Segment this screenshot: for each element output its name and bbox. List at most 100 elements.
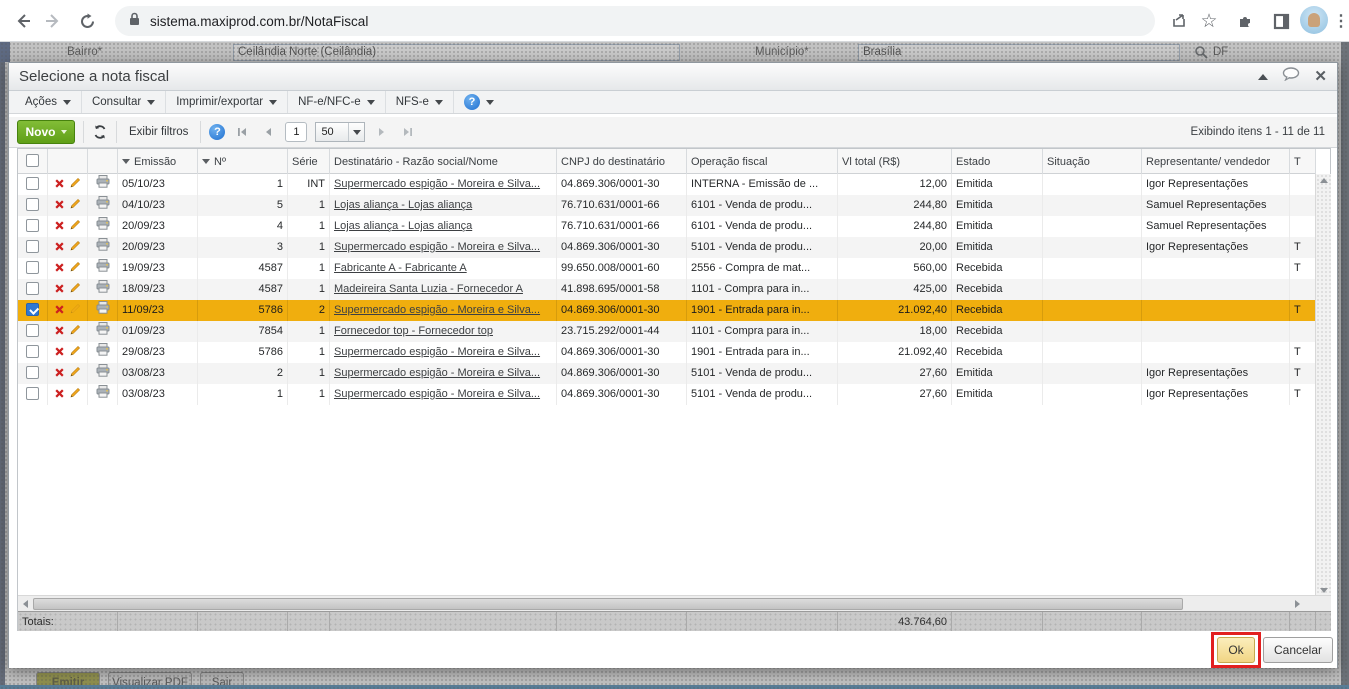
delete-icon[interactable] [54,280,64,300]
row-checkbox[interactable] [26,240,39,253]
delete-icon[interactable] [54,259,64,279]
edit-icon[interactable] [70,196,81,216]
row-checkbox[interactable] [26,261,39,274]
page-size-select[interactable]: 50 [315,122,366,142]
destinatario-link[interactable]: Lojas aliança - Lojas aliança [334,199,472,211]
print-icon[interactable] [96,258,110,279]
destinatario-link[interactable]: Supermercado espigão - Moreira e Silva..… [334,241,540,253]
column-header-situacao[interactable]: Situação [1043,149,1142,174]
extensions-icon[interactable] [1232,8,1258,34]
menu-acoes[interactable]: Ações [15,91,82,113]
table-row[interactable]: 05/10/23 1 INT Supermercado espigão - Morei… [18,174,1315,195]
column-header-sel[interactable] [18,149,48,174]
destinatario-link[interactable]: Supermercado espigão - Moreira e Silva..… [334,388,540,400]
toolbar-help-icon[interactable]: ? [209,124,226,140]
browser-menu-icon[interactable]: ⋮ [1328,8,1349,34]
print-icon[interactable] [96,174,110,195]
row-checkbox[interactable] [26,282,39,295]
row-checkbox[interactable] [26,219,39,232]
menu-help[interactable]: ? [454,91,504,113]
horizontal-scroll-thumb[interactable] [33,597,1183,610]
table-row[interactable]: 04/10/23 5 1 Lojas aliança - Lojas aliança 7… [18,195,1315,216]
profile-avatar[interactable] [1300,6,1328,34]
column-header-vl_total[interactable]: Vl total (R$) [838,149,952,174]
table-row[interactable]: 03/08/23 1 1 Supermercado espigão - Moreira… [18,384,1315,405]
row-checkbox[interactable] [26,387,39,400]
print-icon[interactable] [96,279,110,300]
table-row[interactable]: 11/09/23 5786 2 Supermercado espigão - More… [18,300,1315,321]
destinatario-link[interactable]: Supermercado espigão - Moreira e Silva..… [334,346,540,358]
last-page-icon[interactable] [399,123,417,141]
delete-icon[interactable] [54,364,64,384]
scroll-right-icon[interactable] [1295,599,1300,608]
delete-icon[interactable] [54,343,64,363]
delete-icon[interactable] [54,196,64,216]
edit-icon[interactable] [70,301,81,321]
print-icon[interactable] [96,216,110,237]
table-row[interactable]: 20/09/23 3 1 Supermercado espigão - Moreira… [18,237,1315,258]
vertical-scrollbar[interactable] [1315,174,1331,595]
table-row[interactable]: 03/08/23 2 1 Supermercado espigão - Moreira… [18,363,1315,384]
delete-icon[interactable] [54,322,64,342]
novo-dropdown-caret[interactable] [60,130,67,134]
table-row[interactable]: 29/08/23 5786 1 Supermercado espigão - More… [18,342,1315,363]
delete-icon[interactable] [54,385,64,405]
next-page-icon[interactable] [373,123,391,141]
delete-icon[interactable] [54,217,64,237]
first-page-icon[interactable] [233,123,251,141]
edit-icon[interactable] [70,343,81,363]
destinatario-link[interactable]: Fornecedor top - Fornecedor top [334,325,493,337]
row-checkbox[interactable] [26,198,39,211]
column-header-t[interactable]: T [1290,149,1316,174]
bookmark-star-icon[interactable]: ☆ [1196,8,1222,34]
table-row[interactable]: 19/09/23 4587 1 Fabricante A - Fabricante A… [18,258,1315,279]
print-icon[interactable] [96,321,110,342]
exibir-filtros-button[interactable]: Exibir filtros [125,126,192,138]
column-header-prn[interactable] [88,149,118,174]
back-icon[interactable] [10,8,36,34]
table-row[interactable]: 20/09/23 4 1 Lojas aliança - Lojas aliança 7… [18,216,1315,237]
print-icon[interactable] [96,195,110,216]
table-row[interactable]: 18/09/23 4587 1 Madeireira Santa Luzia - Fo… [18,279,1315,300]
scroll-down-icon[interactable] [1320,588,1328,593]
column-header-emissao[interactable]: Emissão [118,149,198,174]
menu-imprimir-exportar[interactable]: Imprimir/exportar [166,91,289,113]
edit-icon[interactable] [70,217,81,237]
destinatario-link[interactable]: Supermercado espigão - Moreira e Silva..… [334,304,540,316]
select-all-checkbox[interactable] [26,154,39,167]
row-checkbox[interactable] [26,366,39,379]
edit-icon[interactable] [70,280,81,300]
column-header-destinatario[interactable]: Destinatário - Razão social/Nome [330,149,557,174]
forward-icon[interactable] [40,8,66,34]
column-header-act[interactable] [48,149,88,174]
refresh-icon[interactable] [92,124,108,140]
horizontal-scrollbar[interactable] [18,595,1331,611]
column-header-numero[interactable]: Nº [198,149,288,174]
destinatario-link[interactable]: Madeireira Santa Luzia - Fornecedor A [334,283,523,295]
edit-icon[interactable] [70,175,81,195]
row-checkbox[interactable] [26,303,39,316]
column-header-cnpj[interactable]: CNPJ do destinatário [557,149,687,174]
print-icon[interactable] [96,300,110,321]
column-header-serie[interactable]: Série [288,149,330,174]
row-checkbox[interactable] [26,177,39,190]
scroll-up-icon[interactable] [1319,178,1328,183]
destinatario-link[interactable]: Supermercado espigão - Moreira e Silva..… [334,178,540,190]
delete-icon[interactable] [54,175,64,195]
menu-nfse[interactable]: NFS-e [386,91,454,113]
address-bar[interactable]: sistema.maxiprod.com.br/NotaFiscal [115,6,1155,36]
column-header-operacao[interactable]: Operação fiscal [687,149,838,174]
edit-icon[interactable] [70,322,81,342]
menu-consultar[interactable]: Consultar [82,91,167,113]
print-icon[interactable] [96,237,110,258]
cancel-button[interactable]: Cancelar [1263,637,1333,663]
delete-icon[interactable] [54,301,64,321]
column-header-estado[interactable]: Estado [952,149,1043,174]
row-checkbox[interactable] [26,345,39,358]
edit-icon[interactable] [70,385,81,405]
share-icon[interactable] [1166,8,1192,34]
comment-bubble-icon[interactable] [1282,67,1300,86]
print-icon[interactable] [96,363,110,384]
print-icon[interactable] [96,342,110,363]
close-icon[interactable]: ✕ [1314,69,1327,84]
